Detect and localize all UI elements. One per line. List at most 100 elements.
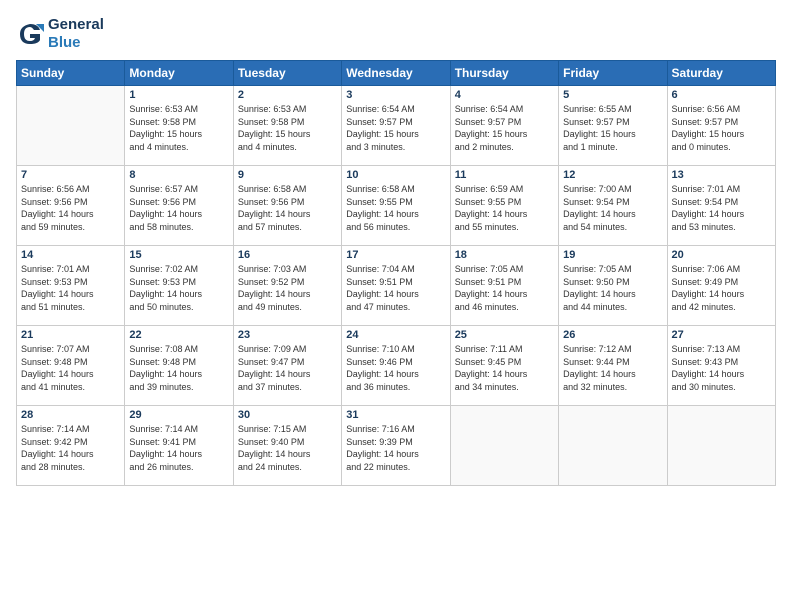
logo: General Blue — [16, 16, 104, 52]
day-info: Sunrise: 7:02 AM Sunset: 9:53 PM Dayligh… — [129, 263, 228, 313]
day-info: Sunrise: 6:54 AM Sunset: 9:57 PM Dayligh… — [455, 103, 554, 153]
calendar-week-3: 14 Sunrise: 7:01 AM Sunset: 9:53 PM Dayli… — [17, 246, 776, 326]
day-number: 4 — [455, 89, 554, 101]
day-number: 17 — [346, 249, 445, 261]
day-number: 26 — [563, 329, 662, 341]
day-number: 31 — [346, 409, 445, 421]
day-info: Sunrise: 7:14 AM Sunset: 9:41 PM Dayligh… — [129, 423, 228, 473]
day-number: 16 — [238, 249, 337, 261]
calendar-cell: 31Sunrise: 7:16 AM Sunset: 9:39 PM Dayli… — [342, 406, 450, 486]
day-info: Sunrise: 6:58 AM Sunset: 9:55 PM Dayligh… — [346, 183, 445, 233]
day-number: 20 — [672, 249, 771, 261]
day-info: Sunrise: 7:06 AM Sunset: 9:49 PM Dayligh… — [672, 263, 771, 313]
day-info: Sunrise: 7:11 AM Sunset: 9:45 PM Dayligh… — [455, 343, 554, 393]
day-number: 12 — [563, 169, 662, 181]
day-info: Sunrise: 7:07 AM Sunset: 9:48 PM Dayligh… — [21, 343, 120, 393]
calendar-cell: 25Sunrise: 7:11 AM Sunset: 9:45 PM Dayli… — [450, 326, 558, 406]
calendar-week-1: 1Sunrise: 6:53 AM Sunset: 9:58 PM Daylig… — [17, 86, 776, 166]
calendar-cell: 2Sunrise: 6:53 AM Sunset: 9:58 PM Daylig… — [233, 86, 341, 166]
calendar-table: SundayMondayTuesdayWednesdayThursdayFrid… — [16, 60, 776, 486]
calendar-cell: 24 Sunrise: 7:10 AM Sunset: 9:46 PM Dayli… — [342, 326, 450, 406]
day-info: Sunrise: 7:01 AM Sunset: 9:53 PM Dayligh… — [21, 263, 120, 313]
day-number: 14 — [21, 249, 120, 261]
weekday-tuesday: Tuesday — [233, 61, 341, 86]
calendar-cell: 12 Sunrise: 7:00 AM Sunset: 9:54 PM Dayli… — [559, 166, 667, 246]
day-number: 11 — [455, 169, 554, 181]
calendar-cell: 30 Sunrise: 7:15 AM Sunset: 9:40 PM Dayli… — [233, 406, 341, 486]
calendar-cell — [17, 86, 125, 166]
calendar-cell — [559, 406, 667, 486]
calendar-week-2: 7 Sunrise: 6:56 AM Sunset: 9:56 PM Daylig… — [17, 166, 776, 246]
calendar-cell: 9 Sunrise: 6:58 AM Sunset: 9:56 PM Daylig… — [233, 166, 341, 246]
day-info: Sunrise: 7:10 AM Sunset: 9:46 PM Dayligh… — [346, 343, 445, 393]
calendar-cell: 1Sunrise: 6:53 AM Sunset: 9:58 PM Daylig… — [125, 86, 233, 166]
day-number: 6 — [672, 89, 771, 101]
calendar-cell: 29 Sunrise: 7:14 AM Sunset: 9:41 PM Dayli… — [125, 406, 233, 486]
weekday-sunday: Sunday — [17, 61, 125, 86]
calendar-week-5: 28 Sunrise: 7:14 AM Sunset: 9:42 PM Dayli… — [17, 406, 776, 486]
day-number: 10 — [346, 169, 445, 181]
day-number: 18 — [455, 249, 554, 261]
day-number: 28 — [21, 409, 120, 421]
day-info: Sunrise: 7:13 AM Sunset: 9:43 PM Dayligh… — [672, 343, 771, 393]
day-info: Sunrise: 7:14 AM Sunset: 9:42 PM Dayligh… — [21, 423, 120, 473]
calendar-cell: 5Sunrise: 6:55 AM Sunset: 9:57 PM Daylig… — [559, 86, 667, 166]
calendar-cell: 28 Sunrise: 7:14 AM Sunset: 9:42 PM Dayli… — [17, 406, 125, 486]
day-info: Sunrise: 7:12 AM Sunset: 9:44 PM Dayligh… — [563, 343, 662, 393]
calendar-cell: 23 Sunrise: 7:09 AM Sunset: 9:47 PM Dayli… — [233, 326, 341, 406]
day-info: Sunrise: 6:57 AM Sunset: 9:56 PM Dayligh… — [129, 183, 228, 233]
day-info: Sunrise: 6:56 AM Sunset: 9:56 PM Dayligh… — [21, 183, 120, 233]
calendar-cell: 6 Sunrise: 6:56 AM Sunset: 9:57 PM Daylig… — [667, 86, 775, 166]
day-number: 19 — [563, 249, 662, 261]
day-info: Sunrise: 7:15 AM Sunset: 9:40 PM Dayligh… — [238, 423, 337, 473]
day-number: 21 — [21, 329, 120, 341]
day-info: Sunrise: 6:53 AM Sunset: 9:58 PM Dayligh… — [129, 103, 228, 153]
weekday-monday: Monday — [125, 61, 233, 86]
day-info: Sunrise: 6:58 AM Sunset: 9:56 PM Dayligh… — [238, 183, 337, 233]
day-number: 29 — [129, 409, 228, 421]
calendar-cell: 26 Sunrise: 7:12 AM Sunset: 9:44 PM Dayli… — [559, 326, 667, 406]
calendar-cell: 3Sunrise: 6:54 AM Sunset: 9:57 PM Daylig… — [342, 86, 450, 166]
logo-icon — [16, 20, 44, 48]
day-info: Sunrise: 6:59 AM Sunset: 9:55 PM Dayligh… — [455, 183, 554, 233]
calendar-cell: 27 Sunrise: 7:13 AM Sunset: 9:43 PM Dayli… — [667, 326, 775, 406]
weekday-thursday: Thursday — [450, 61, 558, 86]
calendar-week-4: 21 Sunrise: 7:07 AM Sunset: 9:48 PM Dayli… — [17, 326, 776, 406]
day-info: Sunrise: 6:56 AM Sunset: 9:57 PM Dayligh… — [672, 103, 771, 153]
day-info: Sunrise: 7:05 AM Sunset: 9:50 PM Dayligh… — [563, 263, 662, 313]
calendar-cell: 10 Sunrise: 6:58 AM Sunset: 9:55 PM Dayli… — [342, 166, 450, 246]
calendar-cell: 18 Sunrise: 7:05 AM Sunset: 9:51 PM Dayli… — [450, 246, 558, 326]
calendar-cell: 19 Sunrise: 7:05 AM Sunset: 9:50 PM Dayli… — [559, 246, 667, 326]
day-number: 15 — [129, 249, 228, 261]
day-number: 22 — [129, 329, 228, 341]
calendar-cell: 21 Sunrise: 7:07 AM Sunset: 9:48 PM Dayli… — [17, 326, 125, 406]
day-info: Sunrise: 7:09 AM Sunset: 9:47 PM Dayligh… — [238, 343, 337, 393]
day-info: Sunrise: 6:53 AM Sunset: 9:58 PM Dayligh… — [238, 103, 337, 153]
day-number: 13 — [672, 169, 771, 181]
page-header: General Blue — [16, 16, 776, 52]
calendar-cell — [450, 406, 558, 486]
weekday-friday: Friday — [559, 61, 667, 86]
day-number: 24 — [346, 329, 445, 341]
day-info: Sunrise: 7:00 AM Sunset: 9:54 PM Dayligh… — [563, 183, 662, 233]
day-number: 7 — [21, 169, 120, 181]
day-number: 8 — [129, 169, 228, 181]
day-info: Sunrise: 7:05 AM Sunset: 9:51 PM Dayligh… — [455, 263, 554, 313]
day-number: 30 — [238, 409, 337, 421]
weekday-saturday: Saturday — [667, 61, 775, 86]
day-info: Sunrise: 7:01 AM Sunset: 9:54 PM Dayligh… — [672, 183, 771, 233]
day-number: 9 — [238, 169, 337, 181]
weekday-wednesday: Wednesday — [342, 61, 450, 86]
day-number: 3 — [346, 89, 445, 101]
calendar-cell: 17 Sunrise: 7:04 AM Sunset: 9:51 PM Dayli… — [342, 246, 450, 326]
calendar-cell: 22Sunrise: 7:08 AM Sunset: 9:48 PM Dayli… — [125, 326, 233, 406]
day-number: 27 — [672, 329, 771, 341]
logo-text: General Blue — [48, 16, 104, 52]
calendar-cell: 11 Sunrise: 6:59 AM Sunset: 9:55 PM Dayli… — [450, 166, 558, 246]
day-info: Sunrise: 6:55 AM Sunset: 9:57 PM Dayligh… — [563, 103, 662, 153]
calendar-cell: 7 Sunrise: 6:56 AM Sunset: 9:56 PM Daylig… — [17, 166, 125, 246]
day-info: Sunrise: 7:04 AM Sunset: 9:51 PM Dayligh… — [346, 263, 445, 313]
calendar-cell: 13 Sunrise: 7:01 AM Sunset: 9:54 PM Dayli… — [667, 166, 775, 246]
calendar-cell: 16Sunrise: 7:03 AM Sunset: 9:52 PM Dayli… — [233, 246, 341, 326]
day-number: 23 — [238, 329, 337, 341]
